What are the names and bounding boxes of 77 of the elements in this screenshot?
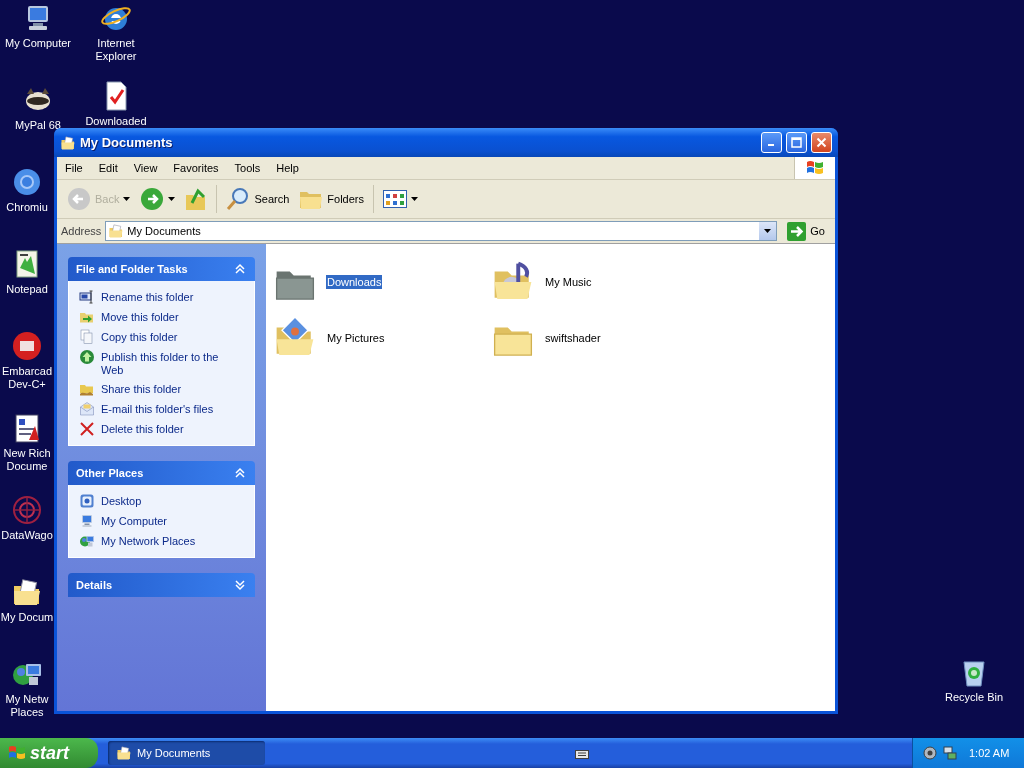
menu-item[interactable]: File	[57, 162, 91, 174]
documents-folder-icon	[116, 745, 132, 761]
network-icon	[79, 533, 95, 549]
clock: 1:02 AM	[969, 747, 1010, 759]
desktop-icon[interactable]: MyPal 68	[2, 84, 74, 132]
desktop-icon	[79, 493, 95, 509]
task-link[interactable]: Desktop	[79, 493, 244, 509]
copy-icon	[79, 329, 95, 345]
task-link[interactable]: Publish this folder to the Web	[79, 349, 244, 377]
dropdown-button[interactable]	[759, 222, 777, 240]
window-title: My Documents	[80, 135, 174, 150]
task-link[interactable]: Copy this folder	[79, 329, 244, 345]
keyboard-icon[interactable]	[574, 747, 589, 759]
desktop-icon[interactable]: My Docum	[0, 576, 54, 624]
maximize-button[interactable]	[786, 132, 807, 153]
publish-icon	[79, 349, 95, 365]
desktop-icon[interactable]: DataWago	[0, 494, 54, 542]
menu-item[interactable]: Edit	[90, 162, 126, 174]
folder-item[interactable]: My Music	[492, 254, 710, 310]
desktop-icon[interactable]: Recycle Bin	[935, 656, 1013, 704]
view-grid-icon	[383, 190, 407, 208]
desktop-icon[interactable]: My Computer	[2, 2, 74, 50]
task-link[interactable]: Rename this folder	[79, 289, 244, 305]
menu-item[interactable]: Tools	[226, 162, 269, 174]
close-button[interactable]	[811, 132, 832, 153]
caret-icon	[168, 197, 176, 201]
task-link[interactable]: Move this folder	[79, 309, 244, 325]
task-link[interactable]: My Computer	[79, 513, 244, 529]
search-button[interactable]: Search	[222, 183, 294, 215]
collapse-icon[interactable]	[233, 466, 247, 480]
task-link[interactable]: Delete this folder	[79, 421, 244, 437]
menu-item[interactable]: Help	[268, 162, 307, 174]
chromium-icon	[11, 166, 43, 198]
folder-up-icon	[185, 187, 208, 211]
folder-item[interactable]: swiftshader	[492, 310, 710, 366]
search-icon	[226, 187, 251, 211]
address-label: Address	[61, 225, 102, 237]
desktop-icon[interactable]: Downloaded	[80, 80, 152, 128]
menu-item[interactable]: View	[125, 162, 166, 174]
documents-folder-icon	[108, 223, 125, 239]
mydocs-icon	[11, 576, 43, 608]
folder-item[interactable]: My Pictures	[274, 310, 492, 366]
maximize-icon	[791, 137, 802, 148]
desktop-icon[interactable]: New Rich Docume	[0, 412, 54, 473]
panel-header[interactable]: Details	[68, 573, 255, 597]
close-icon	[816, 137, 827, 148]
desktop-icon[interactable]: Embarcad Dev-C+	[0, 330, 54, 391]
desktop-icon[interactable]: My Netw Places	[0, 658, 54, 719]
menu-item[interactable]: Favorites	[165, 162, 227, 174]
panel-header[interactable]: Other Places	[68, 461, 255, 485]
address-field[interactable]: My Documents	[105, 221, 778, 241]
expand-icon[interactable]	[233, 578, 247, 592]
minimize-button[interactable]	[761, 132, 782, 153]
speaker-icon[interactable]	[923, 746, 937, 760]
task-link[interactable]: My Network Places	[79, 533, 244, 549]
panel-header[interactable]: File and Folder Tasks	[68, 257, 255, 281]
go-button[interactable]: Go	[781, 221, 831, 241]
flag-logo-icon	[8, 745, 26, 761]
email-icon	[79, 401, 95, 417]
computer-icon	[79, 513, 95, 529]
caret-icon	[123, 197, 131, 201]
network-icon[interactable]	[943, 746, 957, 760]
task-link[interactable]: E-mail this folder's files	[79, 401, 244, 417]
desktop-icon[interactable]: Notepad	[0, 248, 54, 296]
rename-icon	[79, 289, 95, 305]
caret-icon	[411, 197, 418, 201]
desktop-icon[interactable]: Chromiu	[0, 166, 54, 214]
delete-icon	[79, 421, 95, 437]
collapse-icon[interactable]	[233, 262, 247, 276]
documents-folder-icon	[60, 134, 76, 151]
folders-button[interactable]: Folders	[295, 183, 368, 215]
flag-logo-icon	[806, 160, 824, 176]
taskbar-button[interactable]: My Documents	[108, 741, 265, 765]
desktop-icon[interactable]: Internet Explorer	[80, 2, 152, 63]
folder-item[interactable]: Downloads	[274, 254, 492, 310]
task-link[interactable]: Share this folder	[79, 381, 244, 397]
caret-icon	[764, 229, 772, 233]
